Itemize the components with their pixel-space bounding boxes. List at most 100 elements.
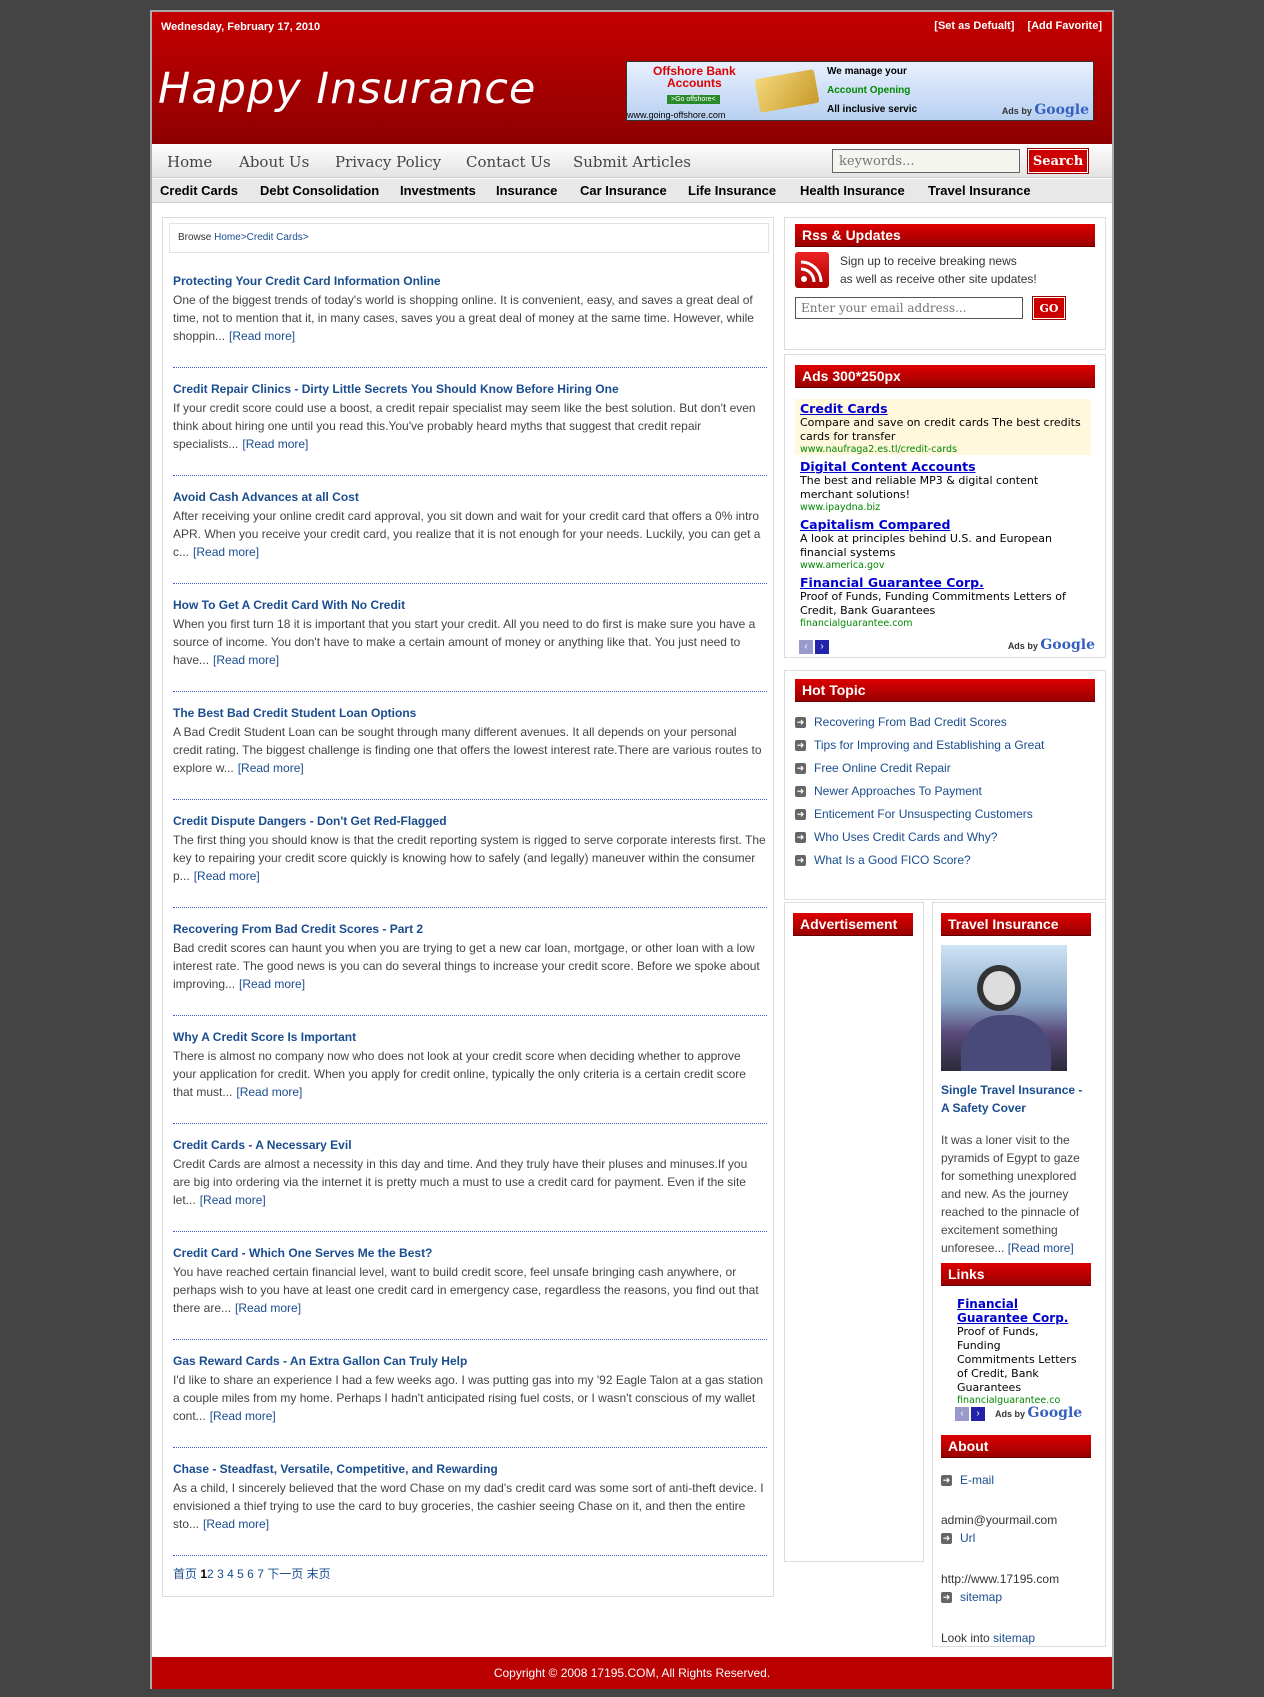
article-title[interactable]: Avoid Cash Advances at all Cost — [173, 490, 767, 504]
article-title[interactable]: Gas Reward Cards - An Extra Gallon Can T… — [173, 1354, 767, 1368]
read-more-link[interactable]: [Read more] — [203, 1517, 269, 1531]
subscribe-button[interactable]: GO — [1032, 296, 1066, 320]
ad-unit[interactable]: Digital Content Accounts The best and rel… — [795, 457, 1091, 515]
site-logo[interactable]: Happy Insurance — [158, 64, 536, 114]
hot-topic-link[interactable]: Enticement For Unsuspecting Customers — [814, 807, 1033, 821]
hot-topic-item[interactable]: ➜ Newer Approaches To Payment — [795, 784, 982, 798]
ad-url[interactable]: www.ipaydna.biz — [800, 502, 1086, 513]
article-title[interactable]: Chase - Steadfast, Versatile, Competitiv… — [173, 1462, 767, 1476]
next-arrow-icon[interactable]: › — [815, 640, 829, 654]
ads-by-google[interactable]: Ads by Google — [1008, 637, 1095, 653]
hot-topic-link[interactable]: Who Uses Credit Cards and Why? — [814, 830, 997, 844]
cat-debt-consolidation[interactable]: Debt Consolidation — [260, 183, 379, 198]
cat-insurance[interactable]: Insurance — [496, 183, 557, 198]
ad-headline[interactable]: Financial Guarantee Corp. — [800, 575, 1086, 590]
ad-unit[interactable]: Credit Cards Compare and save on credit c… — [795, 399, 1091, 455]
nav-privacy-policy[interactable]: Privacy Policy — [335, 153, 441, 171]
read-more-link[interactable]: [Read more] — [236, 1085, 302, 1099]
email-row[interactable]: ➜ E-mail — [941, 1473, 994, 1487]
travel-article-title[interactable]: Single Travel Insurance - A Safety Cover — [941, 1081, 1091, 1117]
ad-unit[interactable]: Financial Guarantee Corp. Proof of Funds,… — [795, 573, 1091, 631]
breadcrumb-current[interactable]: Credit Cards — [247, 232, 303, 243]
read-more-link[interactable]: [Read more] — [194, 869, 260, 883]
breadcrumb-home[interactable]: Home — [214, 232, 241, 243]
article-title[interactable]: Protecting Your Credit Card Information … — [173, 274, 767, 288]
search-button[interactable]: Search — [1027, 148, 1089, 174]
hot-topic-link[interactable]: Free Online Credit Repair — [814, 761, 951, 775]
hot-topic-item[interactable]: ➜ Free Online Credit Repair — [795, 761, 951, 775]
article-title[interactable]: Credit Repair Clinics - Dirty Little Sec… — [173, 382, 767, 396]
cat-investments[interactable]: Investments — [400, 183, 476, 198]
nav-about-us[interactable]: About Us — [239, 153, 309, 171]
hot-topic-item[interactable]: ➜ Recovering From Bad Credit Scores — [795, 715, 1007, 729]
ad-url[interactable]: www.america.gov — [800, 560, 1086, 571]
read-more-link[interactable]: [Read more] — [213, 653, 279, 667]
read-more-link[interactable]: [Read more] — [200, 1193, 266, 1207]
read-more-link[interactable]: [Read more] — [242, 437, 308, 451]
page-link[interactable]: 7 — [257, 1567, 264, 1581]
url-row[interactable]: ➜ Url — [941, 1531, 975, 1545]
banner-ad[interactable]: Offshore Bank Accounts >Go offshore< We m… — [626, 61, 1094, 121]
prev-arrow-icon[interactable]: ‹ — [955, 1407, 969, 1421]
article-title[interactable]: How To Get A Credit Card With No Credit — [173, 598, 767, 612]
sitemap-link[interactable]: sitemap — [960, 1590, 1002, 1604]
page-next[interactable]: 下一页 — [267, 1567, 303, 1581]
add-favorite-link[interactable]: [Add Favorite] — [1027, 20, 1102, 32]
sitemap-row[interactable]: ➜ sitemap — [941, 1590, 1002, 1604]
article-title[interactable]: Why A Credit Score Is Important — [173, 1030, 767, 1044]
cat-travel-insurance[interactable]: Travel Insurance — [928, 183, 1031, 198]
hot-topic-link[interactable]: Tips for Improving and Establishing a Gr… — [814, 738, 1044, 752]
prev-arrow-icon[interactable]: ‹ — [799, 640, 813, 654]
article-title[interactable]: The Best Bad Credit Student Loan Options — [173, 706, 767, 720]
page-link[interactable]: 5 — [237, 1567, 244, 1581]
email-input[interactable] — [795, 297, 1023, 319]
cat-credit-cards[interactable]: Credit Cards — [160, 183, 238, 198]
read-more-link[interactable]: [Read more] — [235, 1301, 301, 1315]
banner-cta[interactable]: >Go offshore< — [667, 95, 720, 104]
page-link[interactable]: 6 — [247, 1567, 254, 1581]
cat-life-insurance[interactable]: Life Insurance — [688, 183, 776, 198]
read-more-link[interactable]: [Read more] — [229, 329, 295, 343]
ad-url[interactable]: www.naufraga2.es.tl/credit-cards — [800, 444, 1086, 455]
nav-submit-articles[interactable]: Submit Articles — [573, 153, 691, 171]
ad-unit[interactable]: Capitalism Compared A look at principles … — [795, 515, 1091, 573]
url-link[interactable]: Url — [960, 1531, 975, 1545]
ad-headline[interactable]: Financial Guarantee Corp. — [957, 1297, 1079, 1325]
nav-contact-us[interactable]: Contact Us — [466, 153, 551, 171]
article-title[interactable]: Recovering From Bad Credit Scores - Part… — [173, 922, 767, 936]
set-default-link[interactable]: [Set as Defualt] — [934, 20, 1014, 32]
hot-topic-item[interactable]: ➜ Enticement For Unsuspecting Customers — [795, 807, 1033, 821]
read-more-link[interactable]: [Read more] — [238, 761, 304, 775]
ad-url[interactable]: financialguarantee.com — [800, 618, 1086, 629]
hot-topic-link[interactable]: Recovering From Bad Credit Scores — [814, 715, 1007, 729]
nav-home[interactable]: Home — [167, 153, 212, 171]
sitemap-link[interactable]: sitemap — [993, 1631, 1035, 1645]
ad-headline[interactable]: Digital Content Accounts — [800, 459, 1086, 474]
article-title[interactable]: Credit Dispute Dangers - Don't Get Red-F… — [173, 814, 767, 828]
ad-headline[interactable]: Capitalism Compared — [800, 517, 1086, 532]
hot-topic-link[interactable]: Newer Approaches To Payment — [814, 784, 982, 798]
ads-by-google[interactable]: Ads by Google — [995, 1405, 1082, 1421]
search-input[interactable] — [832, 149, 1020, 173]
read-more-link[interactable]: [Read more] — [1008, 1241, 1074, 1255]
ads-by-google[interactable]: Ads by Google — [1002, 102, 1089, 118]
hot-topic-item[interactable]: ➜ Who Uses Credit Cards and Why? — [795, 830, 997, 844]
page-link[interactable]: 3 — [217, 1567, 224, 1581]
page-first[interactable]: 首页 — [173, 1567, 197, 1581]
read-more-link[interactable]: [Read more] — [193, 545, 259, 559]
links-ad[interactable]: Financial Guarantee Corp. Proof of Funds… — [957, 1297, 1079, 1406]
page-link[interactable]: 2 — [207, 1567, 214, 1581]
page-last[interactable]: 末页 — [307, 1567, 331, 1581]
article-title[interactable]: Credit Card - Which One Serves Me the Be… — [173, 1246, 767, 1260]
email-link[interactable]: E-mail — [960, 1473, 994, 1487]
skier-photo[interactable] — [941, 945, 1067, 1071]
next-arrow-icon[interactable]: › — [971, 1407, 985, 1421]
hot-topic-item[interactable]: ➜ What Is a Good FICO Score? — [795, 853, 971, 867]
read-more-link[interactable]: [Read more] — [239, 977, 305, 991]
page-link[interactable]: 4 — [227, 1567, 234, 1581]
cat-health-insurance[interactable]: Health Insurance — [800, 183, 905, 198]
article-title[interactable]: Credit Cards - A Necessary Evil — [173, 1138, 767, 1152]
hot-topic-item[interactable]: ➜ Tips for Improving and Establishing a G… — [795, 738, 1044, 752]
ad-headline[interactable]: Credit Cards — [800, 401, 1086, 416]
read-more-link[interactable]: [Read more] — [210, 1409, 276, 1423]
